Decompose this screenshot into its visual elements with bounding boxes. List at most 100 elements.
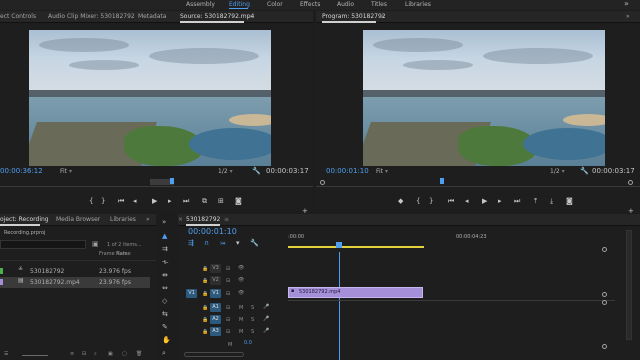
workspace-tab-libraries[interactable]: Libraries [405, 1, 431, 8]
slip-tool-icon[interactable]: ⇆ [162, 310, 168, 318]
sort-icon[interactable]: ≡ [70, 351, 74, 357]
timeline-playhead-handle[interactable] [336, 242, 342, 248]
vertical-scroll-handle[interactable] [602, 344, 607, 349]
tab-effect-controls[interactable]: ect Controls [0, 13, 36, 20]
razor-tool-icon[interactable]: ◇ [162, 297, 167, 305]
lock-icon[interactable]: 🔒 [202, 305, 208, 311]
solo-icon[interactable]: S [251, 305, 254, 311]
mute-icon[interactable]: M [239, 305, 243, 311]
go-to-out-icon[interactable]: ⏭ [183, 197, 189, 206]
track-v3[interactable]: V3 [210, 264, 221, 273]
more-panels-icon[interactable]: » [146, 216, 150, 223]
go-to-in-icon[interactable]: ⏮ [448, 197, 454, 206]
source-playhead-timecode[interactable]: 00:00:36:12 [0, 167, 43, 175]
sync-icon[interactable]: ⊟ [226, 329, 230, 335]
program-time-ruler[interactable] [316, 177, 640, 187]
insert-icon[interactable]: ⧉ [202, 197, 207, 206]
workspace-tab-audio[interactable]: Audio [337, 1, 354, 8]
source-panel-menu-icon[interactable]: ≡ [248, 13, 253, 20]
master-volume-value[interactable]: 0.0 [244, 340, 252, 346]
vertical-scroll-handle[interactable] [602, 292, 607, 297]
timeline-ruler[interactable]: :00:00 00:00:04:23 [288, 228, 615, 252]
tab-project[interactable]: oject: Recording [0, 216, 49, 223]
program-ruler-end-handle[interactable] [628, 180, 633, 185]
go-to-out-icon[interactable]: ⏭ [514, 197, 520, 206]
vertical-scroll-handle[interactable] [602, 300, 607, 305]
hand-tool-icon[interactable]: ✋ [162, 336, 171, 344]
eye-icon[interactable]: 👁 [238, 265, 244, 271]
lock-icon[interactable]: 🔒 [202, 278, 208, 284]
workspace-tab-effects[interactable]: Effects [300, 1, 320, 8]
step-back-icon[interactable]: ◂ [465, 197, 469, 205]
extract-icon[interactable]: ⤓ [550, 197, 553, 206]
tab-program[interactable]: Program: 530182792 [322, 13, 386, 20]
step-forward-icon[interactable]: ▸ [498, 197, 502, 205]
timeline-settings-wrench-icon[interactable]: 🔧 [250, 239, 259, 247]
pen-tool-icon[interactable]: ✎ [162, 323, 168, 331]
source-settings-wrench-icon[interactable]: 🔧 [252, 167, 261, 175]
timeline-clip-v1[interactable]: ▪ 530182792.mp4 [288, 287, 423, 298]
workspace-tab-color[interactable]: Color [267, 1, 283, 8]
play-icon[interactable]: ▶ [482, 197, 487, 205]
sync-icon[interactable]: ⊟ [226, 278, 230, 284]
track-a2[interactable]: A2 [210, 315, 221, 324]
overwrite-icon[interactable]: ⊞ [218, 197, 224, 205]
tab-media-browser[interactable]: Media Browser [56, 216, 100, 223]
lock-icon[interactable]: 🔒 [202, 266, 208, 272]
mic-icon[interactable]: 🎤 [263, 316, 269, 322]
work-area-bar[interactable] [288, 246, 424, 248]
play-icon[interactable]: ▶ [152, 197, 157, 205]
step-forward-icon[interactable]: ▸ [168, 197, 172, 205]
program-fit-dropdown[interactable]: Fit [376, 168, 388, 175]
project-row-clip[interactable]: ▤ 530182792.mp4 23.976 fps [0, 277, 150, 288]
timeline-menu-icon[interactable]: ≡ [224, 216, 229, 223]
mute-icon[interactable]: M [239, 329, 243, 335]
selection-tool-icon[interactable]: ▲ [162, 232, 167, 240]
tab-libraries[interactable]: Libraries [110, 216, 136, 223]
clear-icon[interactable]: 🗑 [136, 351, 142, 357]
mute-icon[interactable]: M [239, 317, 243, 323]
workspace-tab-titles[interactable]: Titles [371, 1, 387, 8]
source-patch-v1[interactable]: V1 [186, 289, 197, 298]
rolling-edit-tool-icon[interactable]: ⇹ [162, 271, 168, 279]
ripple-edit-tool-icon[interactable]: ⟛ [162, 258, 168, 267]
horizontal-zoom-scrollbar[interactable] [184, 352, 244, 357]
column-header-frame-rate[interactable]: Frame Rate [99, 251, 128, 257]
source-time-ruler[interactable] [0, 177, 313, 187]
mark-out-icon[interactable]: } [101, 197, 105, 205]
add-marker-icon[interactable]: ◆ [398, 197, 403, 205]
export-frame-icon[interactable]: ◙ [566, 197, 573, 205]
source-fit-dropdown[interactable]: Fit [60, 168, 72, 175]
track-v2[interactable]: V2 [210, 276, 221, 285]
tab-source[interactable]: Source: 530182792.mp4 [180, 13, 254, 20]
zoom-tool-icon[interactable]: ⌕ [162, 349, 166, 358]
workspace-tab-assembly[interactable]: Assembly [186, 1, 215, 8]
find-icon[interactable]: ⌕ [94, 351, 97, 357]
zoom-slider[interactable] [22, 355, 48, 356]
close-sequence-icon[interactable]: × [178, 216, 183, 223]
mic-icon[interactable]: 🎤 [263, 304, 269, 310]
program-resolution-dropdown[interactable]: 1/2 [550, 168, 565, 175]
new-bin-icon[interactable]: ▣ [108, 351, 113, 357]
vertical-scroll-handle[interactable] [602, 247, 607, 252]
timeline-playhead-timecode[interactable]: 00:00:01:10 [188, 227, 237, 236]
track-a3[interactable]: A3 [210, 327, 221, 336]
eye-icon[interactable]: 👁 [238, 277, 244, 283]
solo-icon[interactable]: S [251, 317, 254, 323]
list-view-icon[interactable]: ☰ [4, 351, 8, 357]
tab-audio-clip-mixer[interactable]: Audio Clip Mixer: 530182792 [48, 13, 135, 20]
tab-metadata[interactable]: Metadata [138, 13, 166, 20]
program-playhead[interactable] [440, 178, 444, 184]
tab-sequence[interactable]: 530182792 [186, 216, 220, 223]
source-video-frame[interactable] [29, 30, 271, 166]
nest-toggle-icon[interactable]: ⇶ [188, 239, 194, 247]
mark-out-icon[interactable]: } [429, 197, 433, 205]
project-row-sequence[interactable]: ≚ 530182792 23.976 fps [0, 266, 150, 277]
project-search-input[interactable] [0, 240, 86, 249]
add-marker-icon[interactable]: ▾ [236, 239, 240, 247]
source-playhead[interactable] [170, 178, 174, 184]
mark-in-icon[interactable]: { [89, 197, 93, 205]
sync-icon[interactable]: ⊟ [226, 291, 230, 297]
rate-stretch-tool-icon[interactable]: ⇔ [162, 284, 168, 292]
more-workspaces-icon[interactable]: » [624, 0, 629, 8]
